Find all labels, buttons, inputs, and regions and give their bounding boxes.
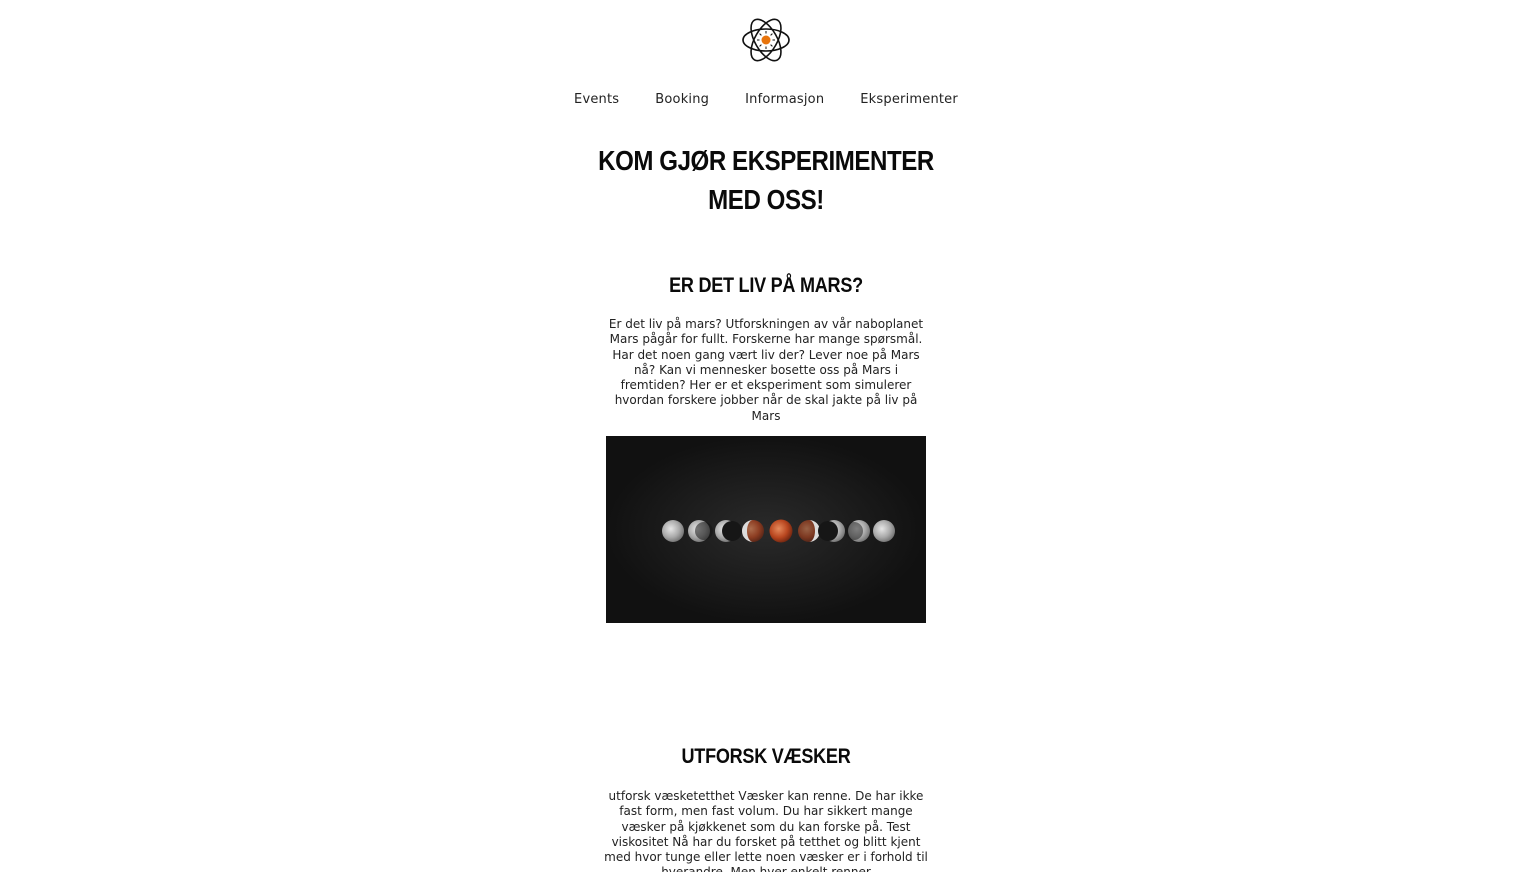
main-nav: Events Booking Informasjon Eksperimenter xyxy=(0,92,1532,107)
page: Events Booking Informasjon Eksperimenter… xyxy=(0,0,1532,872)
nav-item-informasjon[interactable]: Informasjon xyxy=(745,92,824,107)
experiment-title-liquids: UTFORSK VÆSKER xyxy=(681,745,851,768)
nav-item-eksperimenter[interactable]: Eksperimenter xyxy=(860,92,958,107)
atom-logo-icon[interactable] xyxy=(741,16,791,64)
lunar-eclipse-phases-image xyxy=(606,436,926,623)
page-title: KOM GJØR EKSPERIMENTER MED OSS! xyxy=(598,145,934,215)
experiment-description-mars: Er det liv på mars? Utforskningen av vår… xyxy=(608,317,924,423)
nav-item-booking[interactable]: Booking xyxy=(655,92,709,107)
experiment-description-liquids: utforsk væsketetthet Væsker kan renne. D… xyxy=(604,789,928,872)
experiment-title-mars: ER DET LIV PÅ MARS? xyxy=(669,274,863,297)
nav-item-events[interactable]: Events xyxy=(574,92,619,107)
